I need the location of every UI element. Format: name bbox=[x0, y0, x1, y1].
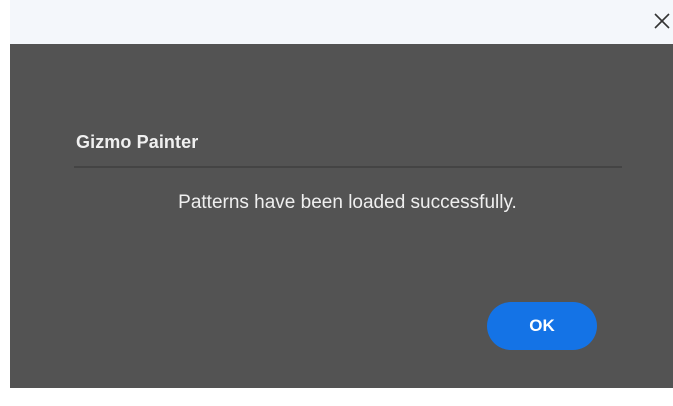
dialog-window: Gizmo Painter Patterns have been loaded … bbox=[0, 0, 673, 406]
dialog-title: Gizmo Painter bbox=[76, 132, 199, 152]
close-button[interactable] bbox=[651, 10, 673, 32]
title-divider bbox=[74, 166, 622, 168]
close-icon bbox=[654, 13, 670, 29]
dialog-message: Patterns have been loaded successfully. bbox=[178, 192, 517, 213]
title-bar bbox=[10, 0, 673, 44]
ok-button[interactable]: OK bbox=[487, 302, 597, 350]
